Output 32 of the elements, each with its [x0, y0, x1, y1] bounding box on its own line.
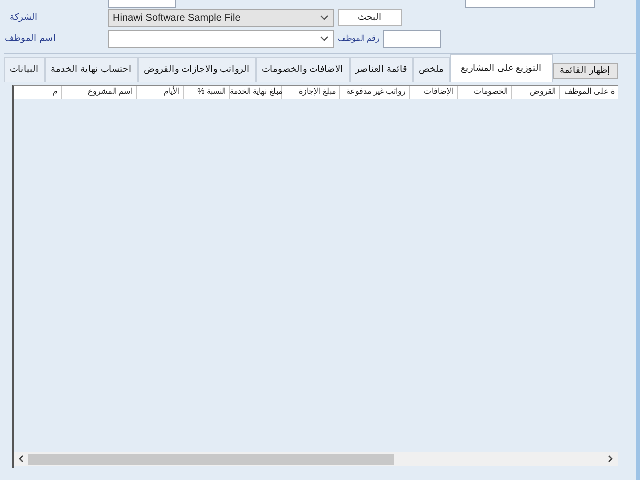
column-header: الأيام [137, 86, 184, 99]
company-dropdown[interactable]: Hinawi Software Sample File [108, 9, 334, 27]
search-button[interactable]: البحث [338, 9, 402, 26]
scroll-right-icon[interactable] [608, 455, 614, 463]
scroll-left-icon[interactable] [18, 455, 24, 463]
tab[interactable]: الاضافات والخصومات [256, 57, 350, 82]
tab[interactable]: ملخص [413, 57, 450, 82]
chevron-down-icon [320, 15, 329, 21]
show-list-button[interactable]: إظهار القائمة [553, 63, 618, 79]
column-header: الخصومات [458, 86, 512, 99]
column-header: رواتب غير مدفوعة [340, 86, 410, 99]
column-header: الإضافات [410, 86, 458, 99]
column-header: % النسبة [184, 86, 230, 99]
column-header: ة على الموظف [560, 86, 618, 99]
column-header: اسم المشروع [62, 86, 137, 99]
tab[interactable]: التوزيع على المشاريع [450, 54, 554, 82]
employee-name-dropdown[interactable] [108, 30, 334, 48]
employee-number-field[interactable] [383, 30, 442, 48]
column-header: مبلغ الإجازة [282, 86, 340, 99]
tab[interactable]: البيانات [4, 57, 45, 82]
tab[interactable]: قائمة العناصر [350, 57, 414, 82]
tab[interactable]: احتساب نهاية الخدمة [45, 57, 138, 82]
employee-name-label: اسم الموظف [5, 32, 58, 46]
scrollbar-thumb[interactable] [28, 454, 394, 464]
chevron-down-icon [320, 36, 329, 42]
column-header: م [14, 86, 62, 99]
tab[interactable]: الرواتب والاجازات والقروض [138, 57, 256, 82]
employee-number-label: رقم الموظف [338, 33, 380, 45]
column-header: القروض [512, 86, 560, 99]
column-header: مبلغ نهاية الخدمة [230, 86, 282, 99]
company-label: الشركة [10, 11, 39, 24]
horizontal-scrollbar[interactable] [14, 452, 618, 466]
